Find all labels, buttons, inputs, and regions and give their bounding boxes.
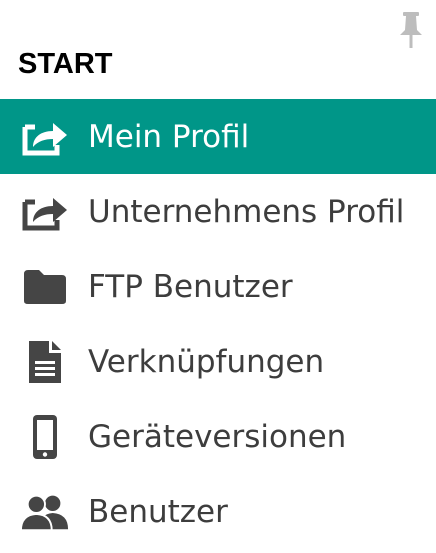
users-icon (20, 487, 70, 537)
menu-item-benutzer[interactable]: Benutzer (0, 474, 436, 549)
sidebar-navigation: START Mein Profil Unternehmens Profil FT… (0, 0, 436, 553)
document-icon (20, 337, 70, 387)
menu-item-label: Mein Profil (88, 118, 250, 155)
share-icon (20, 112, 70, 162)
menu-item-verknuepfungen[interactable]: Verknüpfungen (0, 324, 436, 399)
menu-item-ftp-benutzer[interactable]: FTP Benutzer (0, 249, 436, 324)
menu-item-geraeteversionen[interactable]: Geräteversionen (0, 399, 436, 474)
menu-item-unternehmens-profil[interactable]: Unternehmens Profil (0, 174, 436, 249)
section-title: START (18, 48, 113, 80)
menu-item-label: Benutzer (88, 493, 228, 530)
pin-icon[interactable] (398, 10, 424, 50)
menu-item-label: Verknüpfungen (88, 343, 325, 380)
menu-item-label: FTP Benutzer (88, 268, 293, 305)
folder-icon (20, 262, 70, 312)
menu-item-mein-profil[interactable]: Mein Profil (0, 99, 436, 174)
menu-item-label: Unternehmens Profil (88, 193, 405, 230)
menu-list: Mein Profil Unternehmens Profil FTP Benu… (0, 99, 436, 549)
menu-item-label: Geräteversionen (88, 418, 347, 455)
mobile-phone-icon (20, 412, 70, 462)
share-icon (20, 187, 70, 237)
